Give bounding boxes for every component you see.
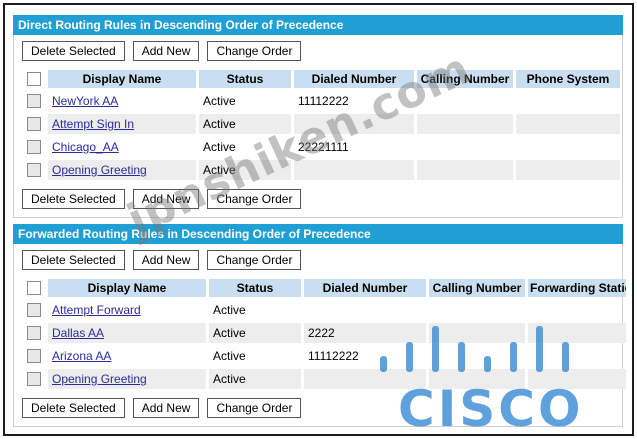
rule-link[interactable]: NewYork AA (52, 94, 118, 108)
rule-link[interactable]: Chicago_AA (52, 140, 119, 154)
select-all-checkbox[interactable] (27, 72, 41, 87)
display-name-cell: Attempt Forward (48, 300, 206, 320)
phone-system-cell (516, 160, 620, 180)
status-cell: Active (203, 140, 236, 154)
direct-add-new-button-bottom[interactable]: Add New (132, 189, 200, 209)
calling-number-cell (429, 300, 525, 320)
status-cell: Active (199, 114, 291, 134)
cisco-bars-icon (380, 326, 569, 372)
row-checkbox[interactable] (27, 372, 41, 387)
cisco-logo: CISCO (378, 322, 581, 438)
direct-rules-section: Delete Selected Add New Change Order Dis… (13, 35, 623, 218)
forwarding-station-cell (528, 300, 626, 320)
row-checkbox[interactable] (27, 303, 41, 318)
row-checkbox[interactable] (27, 326, 41, 341)
display-name-cell: NewYork AA (48, 91, 196, 111)
rule-link[interactable]: Attempt Forward (52, 303, 141, 317)
forwarded-delete-selected-button[interactable]: Delete Selected (22, 250, 125, 270)
dialed-number-cell: 22221111 (298, 140, 349, 154)
table-header-row: Display Name Status Dialed Number Callin… (23, 70, 620, 88)
calling-number-cell (417, 160, 513, 180)
row-checkbox-cell[interactable] (23, 91, 45, 111)
column-header[interactable]: Status (199, 70, 291, 88)
row-checkbox-cell[interactable] (23, 323, 45, 343)
direct-toolbar-bottom: Delete Selected Add New Change Order (20, 183, 616, 211)
forwarded-change-order-button-bottom[interactable]: Change Order (207, 398, 302, 418)
display-name-cell: Chicago_AA (48, 137, 196, 157)
dialed-number-cell: 11112222 (298, 94, 349, 108)
column-header[interactable]: Calling Number (417, 70, 513, 88)
phone-system-cell (516, 91, 620, 111)
display-name-cell: Opening Greeting (48, 160, 196, 180)
row-checkbox-cell[interactable] (23, 160, 45, 180)
rule-link[interactable]: Attempt Sign In (52, 117, 134, 131)
column-header[interactable]: Display Name (48, 279, 206, 297)
row-checkbox-cell[interactable] (23, 114, 45, 134)
rule-link[interactable]: Opening Greeting (52, 372, 147, 386)
dialed-number-cell (294, 114, 414, 134)
forwarded-toolbar-top: Delete Selected Add New Change Order (20, 244, 616, 276)
select-all-checkbox-cell[interactable] (23, 279, 45, 297)
rule-link[interactable]: Opening Greeting (52, 163, 147, 177)
row-checkbox-cell[interactable] (23, 137, 45, 157)
direct-rules-header: Direct Routing Rules in Descending Order… (13, 15, 623, 35)
display-name-cell: Opening Greeting (48, 369, 206, 389)
forwarded-change-order-button[interactable]: Change Order (207, 250, 302, 270)
table-row: Attempt Sign In Active (23, 114, 620, 134)
forwarded-delete-selected-button-bottom[interactable]: Delete Selected (22, 398, 125, 418)
row-checkbox[interactable] (27, 140, 41, 155)
table-row: NewYork AA Active 11112222 (23, 91, 620, 111)
cisco-wordmark: CISCO (398, 380, 584, 438)
table-row: Attempt Forward Active (23, 300, 626, 320)
dialed-number-cell (304, 300, 426, 320)
display-name-cell: Dallas AA (48, 323, 206, 343)
direct-change-order-button-bottom[interactable]: Change Order (207, 189, 302, 209)
display-name-cell: Arizona AA (48, 346, 206, 366)
forwarded-add-new-button-bottom[interactable]: Add New (132, 398, 200, 418)
row-checkbox[interactable] (27, 349, 41, 364)
select-all-checkbox[interactable] (27, 281, 41, 296)
direct-rules-table: Display Name Status Dialed Number Callin… (20, 67, 623, 183)
row-checkbox-cell[interactable] (23, 346, 45, 366)
direct-toolbar-top: Delete Selected Add New Change Order (20, 35, 616, 67)
table-row: Opening Greeting Active (23, 160, 620, 180)
row-checkbox-cell[interactable] (23, 369, 45, 389)
status-cell: Active (199, 160, 291, 180)
display-name-cell: Attempt Sign In (48, 114, 196, 134)
status-cell: Active (213, 349, 246, 363)
column-header[interactable]: Dialed Number (294, 70, 414, 88)
column-header[interactable]: Phone System (516, 70, 620, 88)
row-checkbox[interactable] (27, 94, 41, 109)
table-row: Chicago_AA Active 22221111 (23, 137, 620, 157)
rule-link[interactable]: Arizona AA (52, 349, 111, 363)
forwarded-add-new-button[interactable]: Add New (132, 250, 200, 270)
calling-number-cell (417, 137, 513, 157)
phone-system-cell (516, 137, 620, 157)
select-all-checkbox-cell[interactable] (23, 70, 45, 88)
row-checkbox[interactable] (27, 117, 41, 132)
forwarded-rules-header: Forwarded Routing Rules in Descending Or… (13, 224, 623, 244)
direct-delete-selected-button-bottom[interactable]: Delete Selected (22, 189, 125, 209)
column-header[interactable]: Status (209, 279, 301, 297)
row-checkbox[interactable] (27, 163, 41, 178)
calling-number-cell (417, 91, 513, 111)
rule-link[interactable]: Dallas AA (52, 326, 104, 340)
direct-add-new-button[interactable]: Add New (132, 41, 200, 61)
status-cell: Active (203, 94, 236, 108)
direct-change-order-button[interactable]: Change Order (207, 41, 302, 61)
calling-number-cell (417, 114, 513, 134)
status-cell: Active (213, 303, 246, 317)
column-header[interactable]: Display Name (48, 70, 196, 88)
column-header[interactable]: Calling Number (429, 279, 525, 297)
status-cell: Active (209, 323, 301, 343)
column-header[interactable]: Dialed Number (304, 279, 426, 297)
direct-delete-selected-button[interactable]: Delete Selected (22, 41, 125, 61)
column-header[interactable]: Forwarding Station (528, 279, 626, 297)
dialed-number-cell (294, 160, 414, 180)
row-checkbox-cell[interactable] (23, 300, 45, 320)
table-header-row: Display Name Status Dialed Number Callin… (23, 279, 626, 297)
phone-system-cell (516, 114, 620, 134)
status-cell: Active (209, 369, 301, 389)
